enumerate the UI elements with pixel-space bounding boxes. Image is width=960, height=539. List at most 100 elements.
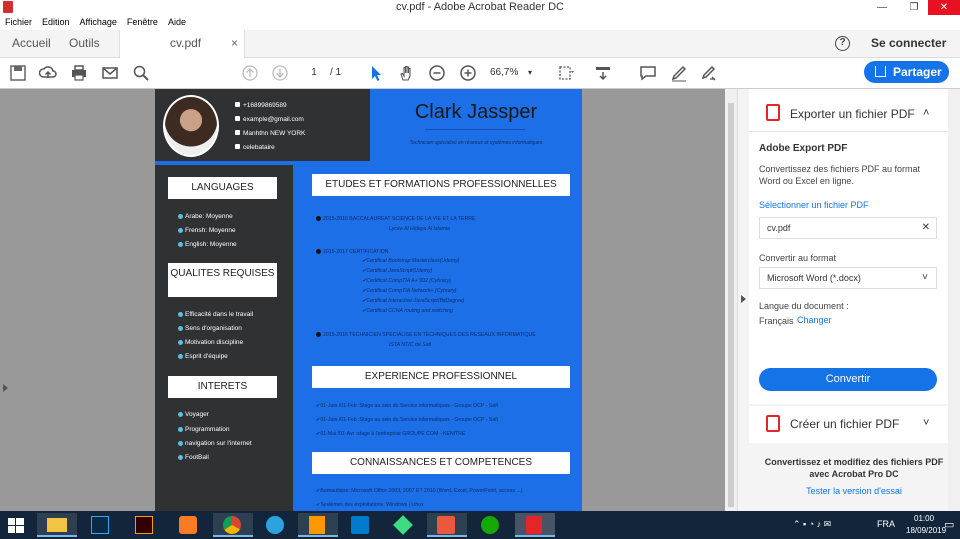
file-explorer-icon[interactable]: [37, 513, 77, 537]
chevron-down-icon: ▾: [528, 68, 533, 77]
education-school: ISTA NTIC de Safi: [389, 342, 432, 348]
right-panel-scrollbar[interactable]: [948, 89, 960, 511]
create-pdf-icon: [766, 415, 780, 432]
highlight-pen-icon[interactable]: [670, 64, 688, 82]
sublime-text-icon[interactable]: [298, 513, 338, 537]
tray-icons[interactable]: ⌃ ▪ ◔ ♪ ✉: [793, 519, 831, 530]
toolbar: 1 / 1 66,7% ▾: [0, 58, 960, 89]
brackets-icon[interactable]: [427, 513, 467, 537]
save-icon[interactable]: [9, 64, 27, 82]
comment-icon[interactable]: [639, 64, 657, 82]
cert-item: ✔Certificat CompTIA A+ 902 (Cybrary): [362, 278, 451, 284]
cert-item: ✔Certificat JavaScript(Udemy): [362, 268, 433, 274]
convert-button[interactable]: Convertir: [759, 368, 937, 391]
share-button[interactable]: Partager: [864, 61, 949, 83]
print-icon[interactable]: [70, 64, 88, 82]
input-language[interactable]: FRA: [877, 519, 895, 529]
zoom-out-icon[interactable]: [428, 64, 446, 82]
location-icon: [235, 130, 240, 135]
language-label: Langue du document :: [759, 301, 849, 311]
tab-home[interactable]: Accueil: [12, 30, 51, 58]
photoshop-icon[interactable]: [81, 513, 121, 537]
next-page-icon[interactable]: [271, 64, 289, 82]
title-bar: cv.pdf - Adobe Acrobat Reader DC — ❐ ✕: [0, 0, 960, 15]
interest-item: Voyager: [178, 411, 209, 418]
select-pdf-link[interactable]: Sélectionner un fichier PDF: [759, 200, 869, 210]
signin-link[interactable]: Se connecter: [871, 36, 946, 50]
app-icon[interactable]: [384, 513, 424, 537]
menu-aide[interactable]: Aide: [163, 15, 191, 27]
tab-close-icon[interactable]: ×: [231, 30, 238, 57]
vscode-icon[interactable]: [341, 513, 381, 537]
quality-item: Motivation discipline: [177, 339, 244, 346]
collapse-right-panel-icon[interactable]: [741, 295, 746, 303]
export-pdf-title[interactable]: Exporter un fichier PDF: [790, 107, 915, 121]
windows-start-icon[interactable]: [8, 518, 24, 533]
expand-left-panel-icon[interactable]: [3, 384, 8, 392]
telegram-icon[interactable]: [256, 513, 296, 537]
notification-icon[interactable]: ▭: [944, 518, 954, 531]
language-item: English: Moyenne: [178, 241, 237, 248]
education-item: 2015-2016 BACCALAUREAT SCIENCE DE LA VIE…: [315, 216, 476, 222]
close-window-button[interactable]: ✕: [928, 0, 960, 15]
chrome-icon[interactable]: [213, 513, 253, 537]
email-icon[interactable]: [101, 64, 119, 82]
help-icon[interactable]: ?: [835, 36, 850, 51]
clock-time[interactable]: 01:00: [914, 514, 934, 523]
scrollbar-thumb[interactable]: [728, 103, 734, 507]
illustrator-icon[interactable]: [125, 513, 165, 537]
create-pdf-card[interactable]: Créer un fichier PDF ˅: [749, 406, 948, 443]
right-panel-toggle[interactable]: [737, 89, 749, 511]
hand-tool-icon[interactable]: [398, 64, 416, 82]
scroll-mode-icon[interactable]: [594, 64, 612, 82]
zoom-in-icon[interactable]: [459, 64, 477, 82]
contact-email: example@gmail.com: [235, 116, 304, 123]
page-layout-icon[interactable]: [558, 64, 576, 82]
clock-date[interactable]: 18/09/2019: [906, 526, 946, 535]
minimize-button[interactable]: —: [868, 0, 896, 15]
experience-item: ✔01-Juin /01-Feb :Stage au sein du Servi…: [316, 403, 498, 409]
language-value: Français: [759, 316, 794, 326]
pdf-page: +16899869589 example@gmail.com Manhthn N…: [155, 89, 582, 511]
contact-phone: +16899869589: [235, 102, 287, 109]
convert-format-label: Convertir au format: [759, 253, 837, 263]
search-icon[interactable]: [132, 64, 150, 82]
qualities-heading: QUALITES REQUISES: [168, 263, 277, 297]
prev-page-icon[interactable]: [241, 64, 259, 82]
zoom-select[interactable]: 66,7% ▾: [490, 65, 540, 81]
create-pdf-title: Créer un fichier PDF: [790, 417, 900, 431]
upload-cloud-icon[interactable]: [39, 64, 57, 82]
tab-document[interactable]: cv.pdf ×: [119, 30, 245, 58]
xampp-icon[interactable]: [169, 513, 209, 537]
clear-file-icon[interactable]: ✕: [922, 218, 930, 238]
chevron-down-icon: ˅: [923, 417, 930, 429]
window-title: cv.pdf - Adobe Acrobat Reader DC: [396, 1, 564, 13]
cv-name-underline: [425, 129, 525, 130]
menu-fenetre[interactable]: Fenêtre: [122, 15, 163, 27]
experience-heading: EXPERIENCE PROFESSIONNEL: [312, 366, 570, 388]
share-label: Partager: [893, 65, 942, 79]
sign-icon[interactable]: [700, 64, 718, 82]
menu-affichage[interactable]: Affichage: [75, 15, 122, 27]
menu-edition[interactable]: Edition: [37, 15, 75, 27]
chevron-up-icon[interactable]: ˄: [923, 107, 929, 119]
trial-link[interactable]: Tester la version d'essai: [759, 486, 949, 496]
change-language-link[interactable]: Changer: [797, 315, 832, 325]
skills-heading: CONNAISSANCES ET COMPETENCES: [312, 452, 570, 474]
document-scrollbar[interactable]: [725, 89, 737, 511]
acrobat-taskbar-icon[interactable]: [515, 513, 555, 537]
page-number-input[interactable]: 1: [300, 65, 328, 81]
upwork-icon[interactable]: [471, 513, 511, 537]
cert-item: ✔Certificat CompTIA Network+ (Cybrary): [362, 288, 457, 294]
menu-fichier[interactable]: Fichier: [0, 15, 37, 27]
education-school: Lycée Al Hidaya Al Islamia: [389, 226, 450, 232]
format-select-value: Microsoft Word (*.docx): [767, 273, 861, 283]
tab-tools[interactable]: Outils: [69, 30, 100, 58]
tab-bar: Accueil Outils cv.pdf × ?: [0, 30, 960, 58]
select-cursor-icon[interactable]: [367, 64, 385, 82]
education-heading: ETUDES ET FORMATIONS PROFESSIONNELLES: [312, 174, 570, 196]
restore-button[interactable]: ❐: [900, 0, 928, 15]
selected-file-field[interactable]: cv.pdf ✕: [759, 217, 937, 239]
contact-status: celebataire: [235, 144, 275, 151]
format-select[interactable]: Microsoft Word (*.docx) ˅: [759, 267, 937, 289]
